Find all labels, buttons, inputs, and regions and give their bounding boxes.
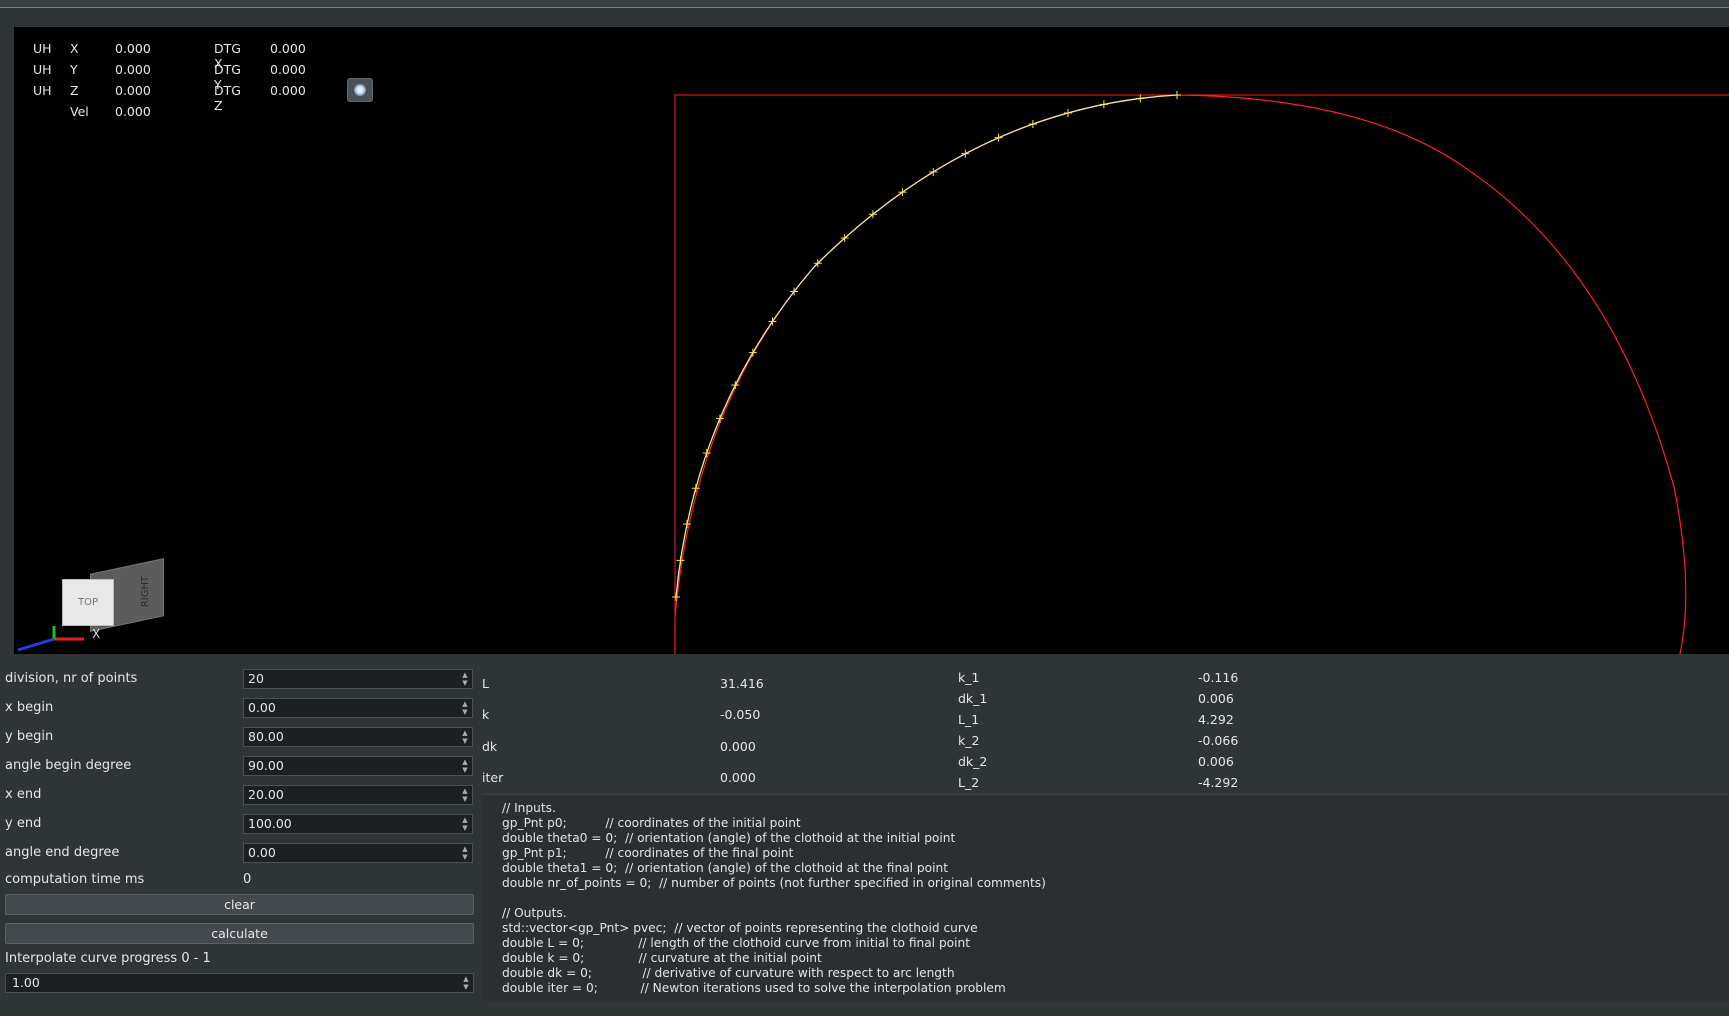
xend-spinbox[interactable]: 20.00 ▲ ▼ <box>243 785 473 805</box>
spin-arrows-icon[interactable]: ▲ ▼ <box>460 671 470 687</box>
division-value: 20 <box>248 671 264 686</box>
ybegin-spinbox[interactable]: 80.00 ▲ ▼ <box>243 727 473 747</box>
result-label: iter <box>482 770 504 785</box>
result-label: dk_1 <box>958 691 988 706</box>
clothoid-points <box>672 91 1181 601</box>
result-value: 0.006 <box>1198 754 1234 769</box>
xbegin-value: 0.00 <box>248 700 276 715</box>
anglebegin-value: 90.00 <box>248 758 284 773</box>
ybegin-label: y begin <box>5 729 54 744</box>
yend-label: y end <box>5 816 42 831</box>
anglebegin-spinbox[interactable]: 90.00 ▲ ▼ <box>243 756 473 776</box>
code-line: double dk = 0; // derivative of curvatur… <box>502 966 955 980</box>
hud-prefix: UH <box>33 62 52 77</box>
hud-vel-value: 0.000 <box>115 104 151 119</box>
code-line: // Outputs. <box>502 906 567 920</box>
clear-button[interactable]: clear <box>5 894 474 915</box>
angleend-spinbox[interactable]: 0.00 ▲ ▼ <box>243 843 473 863</box>
spin-arrows-icon[interactable]: ▲ ▼ <box>460 729 470 745</box>
hud-dtg-value: 0.000 <box>270 83 306 98</box>
yend-value: 100.00 <box>248 816 292 831</box>
code-line: double k = 0; // curvature at the initia… <box>502 951 822 965</box>
axis-x-label: X <box>92 627 101 641</box>
division-label: division, nr of points <box>5 671 138 686</box>
result-value: -0.116 <box>1198 670 1239 685</box>
code-line: double theta1 = 0; // orientation (angle… <box>502 861 949 875</box>
result-value: 0.000 <box>720 739 756 754</box>
code-line: // Inputs. <box>502 801 556 815</box>
code-text-area[interactable]: // Inputs. gp_Pnt p0; // coordinates of … <box>482 794 1729 1001</box>
code-line: double nr_of_points = 0; // number of po… <box>502 876 1046 890</box>
result-label: L_2 <box>958 775 980 790</box>
code-line: gp_Pnt p0; // coordinates of the initial… <box>502 816 801 830</box>
xend-value: 20.00 <box>248 787 284 802</box>
view-reset-button[interactable] <box>347 78 373 102</box>
hud-vel-label: Vel <box>70 104 89 119</box>
view-cube-right-label: RIGHT <box>140 575 152 608</box>
xbegin-spinbox[interactable]: 0.00 ▲ ▼ <box>243 698 473 718</box>
interp-label: Interpolate curve progress 0 - 1 <box>5 951 211 966</box>
code-line: double iter = 0; // Newton iterations us… <box>502 981 1006 995</box>
result-value: -0.050 <box>720 707 761 722</box>
viewport-3d[interactable]: UH X 0.000 DTG X 0.000 UH Y 0.000 DTG Y … <box>14 27 1729 654</box>
division-spinbox[interactable]: 20 ▲ ▼ <box>243 669 473 689</box>
code-line: double L = 0; // length of the clothoid … <box>502 936 971 950</box>
spin-arrows-icon[interactable]: ▲ ▼ <box>460 700 470 716</box>
code-line: gp_Pnt p1; // coordinates of the final p… <box>502 846 794 860</box>
spin-arrows-icon[interactable]: ▲ ▼ <box>460 845 470 861</box>
yend-spinbox[interactable]: 100.00 ▲ ▼ <box>243 814 473 834</box>
clothoid-curve <box>675 94 1178 598</box>
result-value: 4.292 <box>1198 712 1234 727</box>
result-label: k <box>482 707 490 722</box>
xbegin-label: x begin <box>5 700 54 715</box>
angleend-value: 0.00 <box>248 845 276 860</box>
spin-arrows-icon[interactable]: ▲ ▼ <box>460 787 470 803</box>
hud-prefix: UH <box>33 83 52 98</box>
hud-axis: Z <box>70 83 79 98</box>
title-bar <box>0 0 1729 8</box>
angleend-label: angle end degree <box>5 845 120 860</box>
result-value: 0.000 <box>720 770 756 785</box>
hud-dtg-label: DTG Z <box>214 83 241 113</box>
interp-spinbox[interactable]: 1.00 ▲ ▼ <box>5 973 474 993</box>
result-label: L_1 <box>958 712 980 727</box>
result-label: k_2 <box>958 733 980 748</box>
comptime-value: 0 <box>243 872 252 887</box>
ybegin-value: 80.00 <box>248 729 284 744</box>
spin-arrows-icon[interactable]: ▲ ▼ <box>460 816 470 832</box>
result-label: dk <box>482 739 498 754</box>
xend-label: x end <box>5 787 42 802</box>
result-label: dk_2 <box>958 754 988 769</box>
hud-value: 0.000 <box>115 62 151 77</box>
bounding-rect <box>674 94 1729 654</box>
result-value: 31.416 <box>720 676 764 691</box>
hud-axis: X <box>70 41 79 56</box>
anglebegin-label: angle begin degree <box>5 758 132 773</box>
comptime-label: computation time ms <box>5 872 145 887</box>
curve-canvas <box>672 91 1729 654</box>
code-line: std::vector<gp_Pnt> pvec; // vector of p… <box>502 921 978 935</box>
hud-dtg-value: 0.000 <box>270 41 306 56</box>
result-label: k_1 <box>958 670 980 685</box>
interp-value: 1.00 <box>12 975 40 990</box>
globe-icon <box>354 84 366 96</box>
hud-axis: Y <box>70 62 78 77</box>
hud-value: 0.000 <box>115 83 151 98</box>
result-value: 0.006 <box>1198 691 1234 706</box>
code-line: double theta0 = 0; // orientation (angle… <box>502 831 956 845</box>
result-value: -4.292 <box>1198 775 1239 790</box>
result-label: L <box>482 676 489 691</box>
hud-prefix: UH <box>33 41 52 56</box>
result-value: -0.066 <box>1198 733 1239 748</box>
hud-value: 0.000 <box>115 41 151 56</box>
reference-arc <box>674 94 1687 654</box>
spin-arrows-icon[interactable]: ▲ ▼ <box>460 758 470 774</box>
hud-dtg-value: 0.000 <box>270 62 306 77</box>
calculate-button[interactable]: calculate <box>5 923 474 944</box>
spin-arrows-icon[interactable]: ▲ ▼ <box>461 975 471 991</box>
